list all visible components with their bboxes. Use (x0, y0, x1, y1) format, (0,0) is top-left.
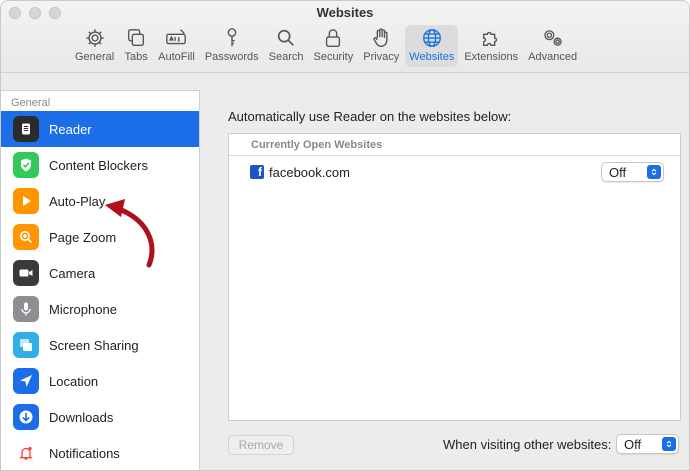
popup-value: Off (624, 436, 642, 452)
sidebar-item-screen-sharing[interactable]: Screen Sharing (1, 327, 199, 363)
pane-heading: Automatically use Reader on the websites… (228, 109, 512, 124)
tab-label: Extensions (464, 51, 519, 63)
sidebar-item-auto-play[interactable]: Auto-Play (1, 183, 199, 219)
chevron-updown-icon (647, 165, 661, 179)
sidebar-item-label: Location (49, 373, 99, 389)
tab-label: Websites (409, 51, 455, 63)
microphone-icon (13, 296, 39, 322)
titlebar: Websites General Tabs AutoFill Passwords… (1, 1, 689, 73)
gears-icon (543, 30, 562, 46)
download-icon (13, 404, 39, 430)
tab-tabs[interactable]: Tabs (120, 25, 152, 67)
sidebar: General Reader Content Blockers Auto-Pla… (1, 90, 200, 470)
tab-autofill[interactable]: AutoFill (154, 25, 199, 67)
sidebar-item-downloads[interactable]: Downloads (1, 399, 199, 435)
other-websites-popup[interactable]: Off (616, 434, 679, 454)
tab-label: Security (313, 51, 354, 63)
sidebar-item-label: Microphone (49, 301, 117, 317)
preferences-window: Websites General Tabs AutoFill Passwords… (0, 0, 690, 471)
key-icon (227, 28, 237, 47)
websites-list: Currently Open Websites f facebook.com O… (228, 133, 681, 421)
chevron-updown-icon (662, 437, 676, 451)
sidebar-item-camera[interactable]: Camera (1, 255, 199, 291)
tab-general[interactable]: General (71, 25, 118, 67)
tab-label: General (75, 51, 115, 63)
sidebar-item-content-blockers[interactable]: Content Blockers (1, 147, 199, 183)
popup-value: Off (609, 164, 627, 180)
tab-security[interactable]: Security (309, 25, 357, 67)
sidebar-section-header: General (11, 97, 51, 109)
tab-advanced[interactable]: Advanced (524, 25, 581, 67)
tab-label: Privacy (363, 51, 400, 63)
sidebar-item-microphone[interactable]: Microphone (1, 291, 199, 327)
sidebar-item-location[interactable]: Location (1, 363, 199, 399)
tab-label: Passwords (204, 51, 259, 63)
sidebar-item-label: Reader (49, 121, 92, 137)
location-icon (13, 368, 39, 394)
sidebar-item-label: Auto-Play (49, 193, 106, 209)
sidebar-item-reader[interactable]: Reader (1, 111, 199, 147)
hand-icon (373, 28, 388, 47)
remove-button[interactable]: Remove (228, 435, 294, 455)
autofill-icon (166, 29, 187, 45)
window-title: Websites (316, 5, 374, 20)
screen-sharing-icon (13, 332, 39, 358)
tab-passwords[interactable]: Passwords (201, 25, 263, 67)
reader-icon (13, 116, 39, 142)
sidebar-item-page-zoom[interactable]: Page Zoom (1, 219, 199, 255)
facebook-icon: f (250, 165, 264, 179)
play-icon (13, 188, 39, 214)
camera-icon (13, 260, 39, 286)
site-name: facebook.com (269, 164, 350, 180)
annotation-arrow-icon (105, 199, 155, 268)
tabs-icon (128, 29, 145, 47)
tab-search[interactable]: Search (265, 25, 308, 67)
puzzle-icon (483, 31, 498, 47)
sidebar-item-label: Notifications (49, 445, 120, 461)
lock-icon (326, 29, 341, 47)
main-pane: Automatically use Reader on the websites… (210, 90, 689, 470)
tab-label: Advanced (528, 51, 578, 63)
sidebar-item-label: Content Blockers (49, 157, 148, 173)
site-setting-popup[interactable]: Off (601, 162, 664, 182)
gear-icon (85, 29, 104, 47)
zoom-icon (13, 224, 39, 250)
tab-privacy[interactable]: Privacy (359, 25, 403, 67)
list-section-header: Currently Open Websites (229, 134, 680, 156)
sidebar-item-label: Screen Sharing (49, 337, 139, 353)
tab-label: Search (268, 51, 304, 63)
globe-icon (422, 29, 441, 47)
tab-extensions[interactable]: Extensions (460, 25, 522, 67)
search-icon (277, 29, 294, 46)
sidebar-item-label: Downloads (49, 409, 114, 425)
sidebar-item-label: Camera (49, 265, 96, 281)
other-websites-label: When visiting other websites: (443, 437, 612, 452)
shield-check-icon (13, 152, 39, 178)
tab-label: AutoFill (158, 51, 195, 63)
bell-icon (13, 440, 39, 466)
tab-label: Tabs (124, 51, 148, 63)
sidebar-item-notifications[interactable]: Notifications (1, 435, 199, 470)
preferences-toolbar: General Tabs AutoFill Passwords Search S… (71, 25, 581, 69)
list-item[interactable]: f facebook.com Off (229, 156, 680, 188)
tab-websites[interactable]: Websites (405, 25, 459, 67)
